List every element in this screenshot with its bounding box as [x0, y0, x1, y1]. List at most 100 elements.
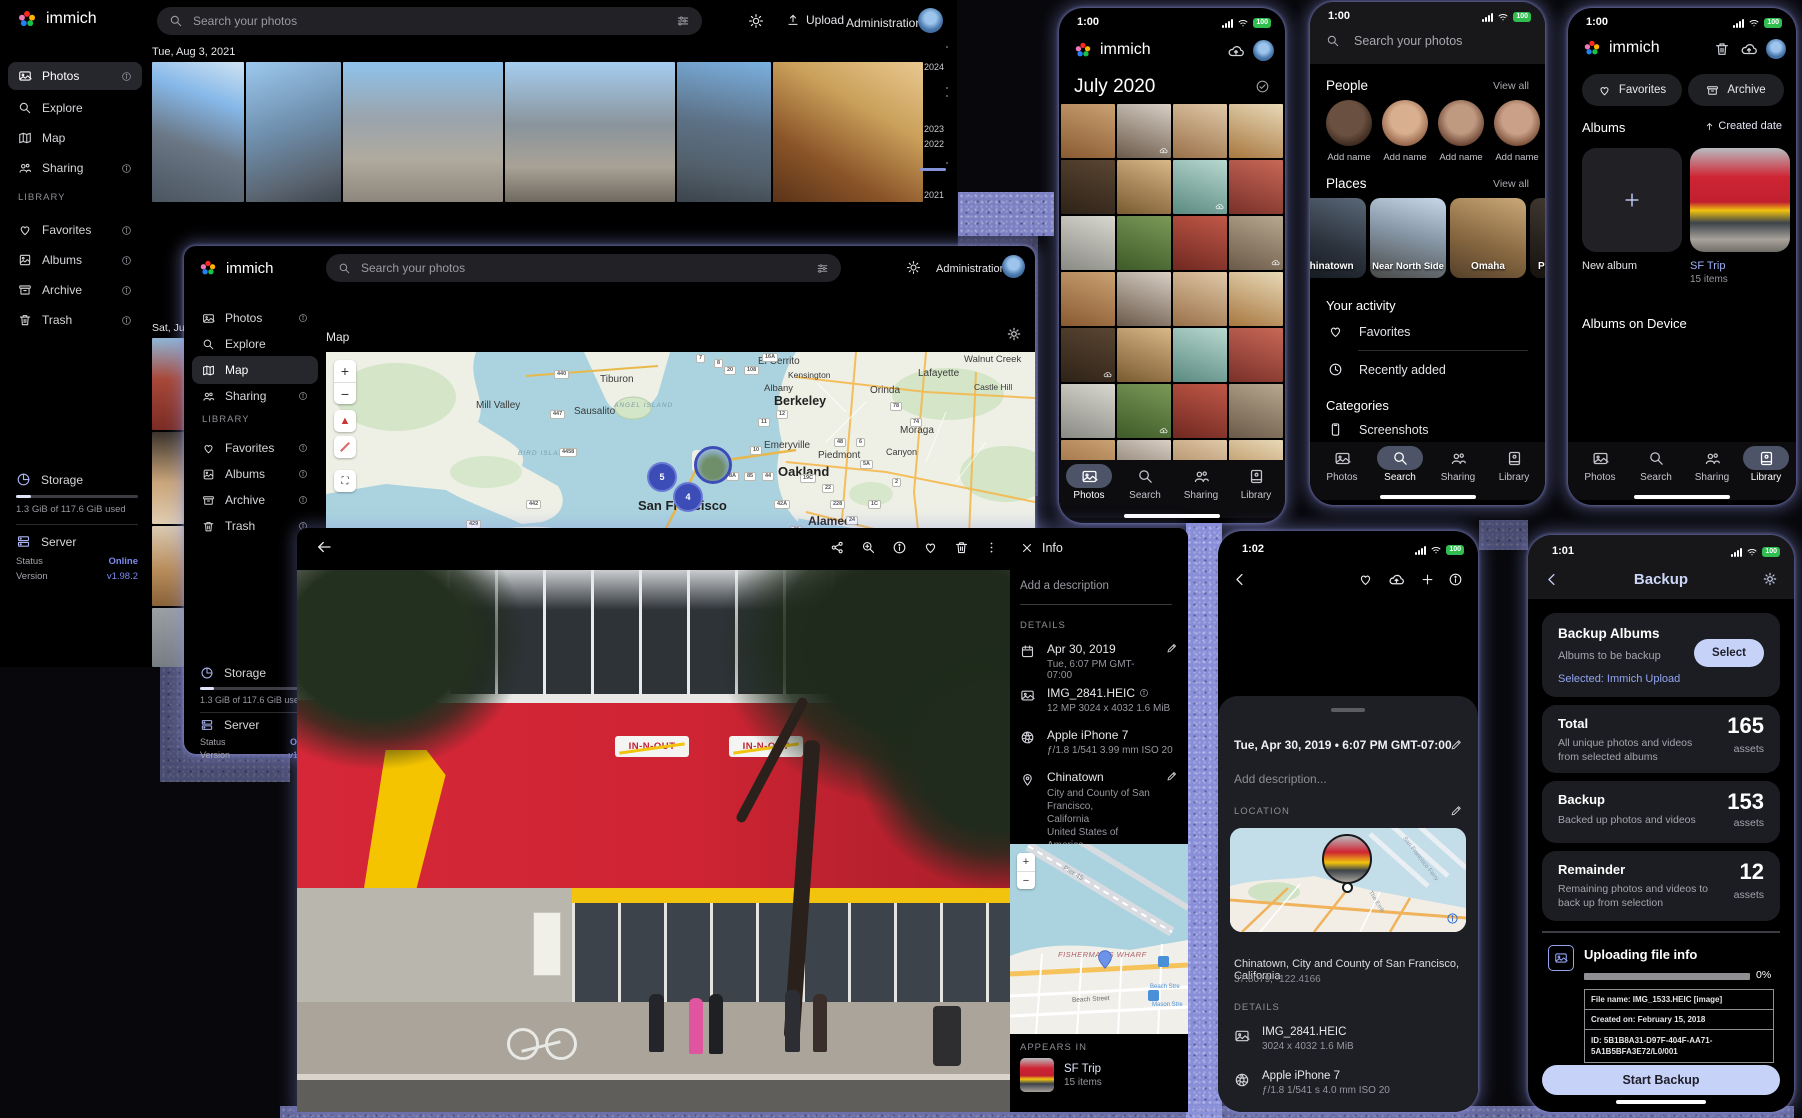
sidebar-item-map[interactable]: Map — [192, 356, 318, 384]
archive-button[interactable]: Archive — [1688, 74, 1784, 106]
map-cluster-marker[interactable]: 5 — [647, 462, 677, 492]
timeline-photo[interactable] — [152, 608, 184, 667]
backup-settings-button[interactable] — [1762, 571, 1778, 587]
info-circle-icon[interactable] — [121, 225, 132, 236]
grid-photo[interactable] — [1117, 272, 1171, 326]
search-input[interactable]: Search your photos — [1326, 34, 1462, 48]
grid-photo[interactable] — [1117, 160, 1171, 214]
timeline-photo[interactable] — [246, 62, 341, 202]
grid-photo[interactable] — [1061, 328, 1115, 382]
timeline-photo[interactable] — [677, 62, 771, 202]
people-view-all-link[interactable]: View all — [1493, 80, 1529, 92]
sidebar-item-map[interactable]: Map — [8, 124, 142, 152]
description-input[interactable]: Add a description — [1020, 580, 1109, 592]
grid-photo[interactable] — [1173, 328, 1227, 382]
home-indicator[interactable] — [1616, 1100, 1706, 1104]
sidebar-item-sharing[interactable]: Sharing — [8, 154, 142, 182]
sheet-drag-handle[interactable] — [1331, 708, 1365, 712]
description-input[interactable]: Add description... — [1234, 772, 1327, 786]
nav-tab-sharing[interactable]: Sharing — [1430, 446, 1486, 483]
sidebar-item-favorites[interactable]: Favorites — [192, 434, 318, 462]
info-circle-icon[interactable] — [298, 495, 308, 505]
timeline-photo[interactable] — [773, 62, 923, 202]
theme-toggle-button[interactable] — [906, 260, 921, 275]
timeline-photo[interactable] — [152, 62, 244, 202]
app-logo[interactable]: immich — [198, 258, 274, 278]
nav-tab-photos[interactable]: Photos — [1061, 464, 1117, 501]
grid-photo[interactable] — [1229, 440, 1283, 460]
grid-photo[interactable] — [1229, 216, 1283, 270]
timeline-photo[interactable] — [152, 338, 184, 430]
timeline-photo[interactable] — [152, 526, 184, 606]
location-map[interactable]: San Francisco Ferry The Emb — [1230, 828, 1466, 932]
user-avatar[interactable] — [918, 8, 943, 33]
add-name-label[interactable]: Add name — [1487, 152, 1545, 163]
info-close-button[interactable] — [1020, 541, 1034, 555]
search-input[interactable]: Search your photos — [157, 7, 702, 35]
grid-photo[interactable] — [1229, 328, 1283, 382]
nav-tab-photos[interactable]: Photos — [1572, 446, 1628, 483]
trash-button[interactable] — [1714, 41, 1730, 57]
info-circle-icon[interactable] — [298, 469, 308, 479]
grid-photo[interactable] — [1117, 104, 1171, 158]
nav-tab-library[interactable]: Library — [1486, 446, 1542, 483]
sidebar-item-explore[interactable]: Explore — [8, 94, 142, 122]
add-name-label[interactable]: Add name — [1375, 152, 1435, 163]
filter-sliders-icon[interactable] — [676, 14, 690, 28]
user-avatar[interactable] — [1253, 40, 1274, 61]
detail-add-button[interactable] — [1420, 572, 1435, 587]
map-attribution-icon[interactable] — [1446, 912, 1459, 925]
info-circle-icon[interactable] — [121, 163, 132, 174]
person-face[interactable] — [1326, 100, 1372, 146]
info-circle-icon[interactable] — [1139, 688, 1149, 698]
info-circle-icon[interactable] — [121, 255, 132, 266]
grid-photo[interactable] — [1229, 104, 1283, 158]
add-name-label[interactable]: Add name — [1431, 152, 1491, 163]
nav-tab-library[interactable]: Library — [1228, 464, 1284, 501]
select-all-button[interactable] — [1255, 79, 1270, 94]
grid-photo[interactable] — [1117, 328, 1171, 382]
sidebar-item-sharing[interactable]: Sharing — [192, 382, 318, 410]
timeline-photo[interactable] — [152, 432, 184, 524]
home-indicator[interactable] — [1634, 495, 1730, 499]
map-layer-toggle-button[interactable] — [334, 436, 356, 458]
detail-upload-button[interactable] — [1388, 571, 1405, 588]
map-zoom-controls[interactable]: + − — [1017, 853, 1035, 889]
nav-tab-sharing[interactable]: Sharing — [1173, 464, 1229, 501]
sidebar-item-archive[interactable]: Archive — [192, 486, 318, 514]
grid-photo[interactable] — [1229, 272, 1283, 326]
info-circle-icon[interactable] — [298, 313, 308, 323]
grid-photo[interactable] — [1061, 440, 1115, 460]
viewer-back-button[interactable] — [315, 538, 333, 556]
grid-photo[interactable] — [1173, 272, 1227, 326]
grid-photo[interactable] — [1173, 160, 1227, 214]
album-name[interactable]: SF Trip — [1690, 260, 1725, 272]
home-indicator[interactable] — [1380, 495, 1476, 499]
timeline-photo[interactable] — [505, 62, 675, 202]
backup-cloud-button[interactable] — [1740, 40, 1758, 58]
album-cover-sf-trip[interactable] — [1690, 148, 1790, 252]
detail-favorite-button[interactable] — [1358, 572, 1373, 587]
zoom-out-button[interactable]: − — [1017, 871, 1035, 890]
nav-tab-search[interactable]: Search — [1117, 464, 1173, 501]
info-circle-icon[interactable] — [121, 285, 132, 296]
grid-photo[interactable] — [1061, 160, 1115, 214]
grid-photo[interactable] — [1117, 440, 1171, 460]
grid-photo[interactable] — [1061, 216, 1115, 270]
grid-photo[interactable] — [1173, 216, 1227, 270]
viewer-zoom-button[interactable] — [861, 540, 876, 555]
grid-photo[interactable] — [1061, 272, 1115, 326]
sidebar-item-photos[interactable]: Photos — [8, 62, 142, 90]
grid-photo[interactable] — [1229, 384, 1283, 438]
map-fullscreen-button[interactable]: ⛶ — [334, 470, 356, 492]
person-face[interactable] — [1438, 100, 1484, 146]
grid-photo[interactable] — [1173, 384, 1227, 438]
place-tile[interactable]: Pi — [1530, 198, 1545, 278]
administration-link[interactable]: Administration — [846, 16, 922, 30]
map-zoom-controls[interactable]: + − — [334, 360, 356, 404]
grid-photo[interactable] — [1061, 384, 1115, 438]
appears-in-album[interactable]: SF Trip 15 items — [1020, 1058, 1102, 1092]
grid-photo[interactable] — [1173, 104, 1227, 158]
backup-cloud-button[interactable] — [1227, 42, 1245, 60]
sidebar-item-explore[interactable]: Explore — [192, 330, 318, 358]
